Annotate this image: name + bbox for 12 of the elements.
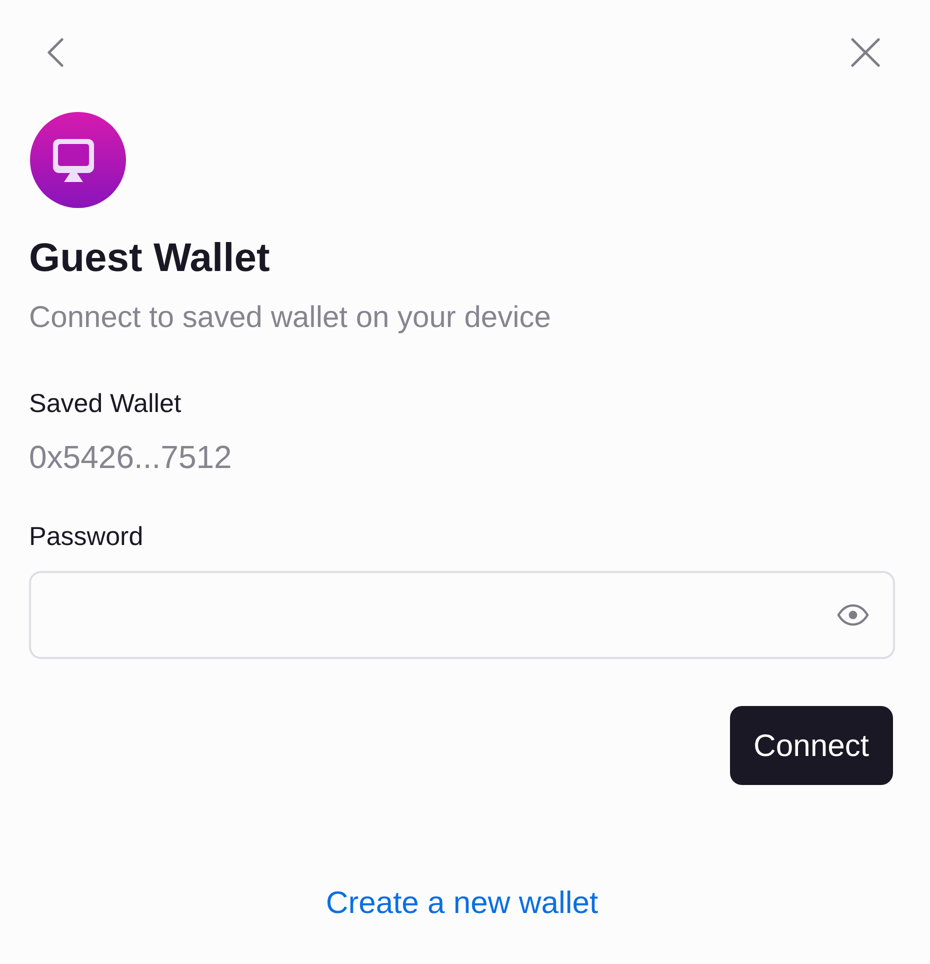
wallet-address: 0x5426...7512 — [29, 438, 232, 477]
password-field[interactable] — [29, 571, 895, 659]
saved-wallet-label: Saved Wallet — [29, 387, 182, 420]
connect-button[interactable]: Connect — [730, 706, 893, 785]
wallet-subtitle: Connect to saved wallet on your device — [29, 300, 551, 336]
wallet-title: Guest Wallet — [29, 235, 271, 282]
monitor-icon — [30, 112, 126, 208]
eye-icon[interactable] — [837, 604, 869, 626]
back-icon[interactable] — [47, 38, 64, 67]
close-icon[interactable] — [851, 38, 880, 67]
password-label: Password — [29, 520, 144, 553]
create-wallet-link[interactable]: Create a new wallet — [326, 883, 598, 923]
